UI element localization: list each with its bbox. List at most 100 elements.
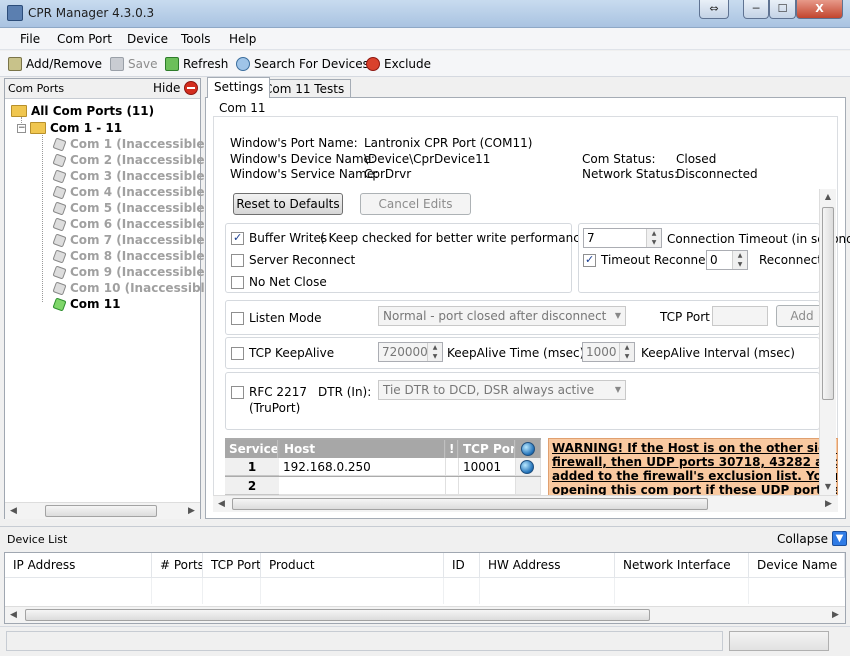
- tree-item-com-5[interactable]: Com 5 (Inaccessible): [52, 200, 210, 216]
- save-button[interactable]: Save: [110, 55, 157, 73]
- scroll-right-icon[interactable]: ▶: [820, 496, 837, 512]
- grid-row-2-flag[interactable]: [446, 477, 459, 495]
- col-id[interactable]: ID: [444, 553, 480, 578]
- device-list-hscrollbar[interactable]: ◀ ▶: [5, 606, 845, 623]
- listen-mode-select[interactable]: Normal - port closed after disconnect ▼: [378, 306, 626, 326]
- col-ip-address[interactable]: IP Address: [5, 553, 152, 578]
- listen-mode-checkbox[interactable]: Listen Mode: [231, 311, 321, 325]
- section-title: Com 11: [219, 101, 266, 115]
- com-port-icon: [52, 233, 66, 247]
- scroll-thumb[interactable]: [232, 498, 708, 510]
- hide-button[interactable]: Hide: [153, 81, 199, 95]
- com-ports-hscrollbar[interactable]: ◀ ▶: [5, 502, 200, 519]
- add-remove-button[interactable]: Add/Remove: [8, 55, 102, 73]
- rfc2217-checkbox[interactable]: RFC 2217: [231, 385, 307, 399]
- globe-icon[interactable]: [520, 460, 534, 474]
- tree-item-com-3[interactable]: Com 3 (Inaccessible): [52, 168, 210, 184]
- com-port-icon: [52, 281, 66, 295]
- network-status-value: Disconnected: [676, 167, 758, 181]
- menu-help[interactable]: Help: [229, 32, 256, 46]
- maximize-button[interactable]: ☐: [769, 0, 796, 19]
- scroll-up-icon[interactable]: ▲: [820, 189, 836, 205]
- scroll-left-icon[interactable]: ◀: [5, 607, 22, 623]
- menu-tools[interactable]: Tools: [181, 32, 211, 46]
- reset-to-defaults-button[interactable]: Reset to Defaults: [233, 193, 343, 215]
- close-button[interactable]: X: [796, 0, 843, 19]
- menu-device[interactable]: Device: [127, 32, 168, 46]
- collapse-button[interactable]: Collapse ▼: [777, 531, 847, 546]
- col-network-interface[interactable]: Network Interface: [615, 553, 749, 578]
- scroll-right-icon[interactable]: ▶: [183, 503, 200, 519]
- menu-com-port[interactable]: Com Port: [57, 32, 112, 46]
- tree-collapse-toggle[interactable]: −: [17, 124, 26, 133]
- grid-row-2-host[interactable]: [279, 477, 446, 495]
- folder-icon: [30, 122, 46, 134]
- tree-item-com-10[interactable]: Com 10 (Inaccessible): [52, 280, 218, 296]
- hide-icon: [184, 81, 199, 95]
- tcp-port-input[interactable]: [712, 306, 768, 326]
- keepalive-interval-stepper[interactable]: 1000 ▲ ▼: [582, 342, 635, 362]
- settings-hscrollbar[interactable]: ◀ ▶: [213, 495, 838, 512]
- keepalive-time-stepper[interactable]: 7200000 ▲ ▼: [378, 342, 443, 362]
- com-ports-panel: Com Ports Hide − All Com Ports (11) Com …: [4, 78, 218, 519]
- grid-header-service: Service: [225, 440, 278, 458]
- col-device-name[interactable]: Device Name: [749, 553, 845, 578]
- no-net-close-checkbox[interactable]: No Net Close: [231, 275, 327, 289]
- grid-row-1-host[interactable]: 192.168.0.250: [279, 458, 446, 476]
- com-status-label: Com Status:: [582, 152, 656, 166]
- tree-item-com-1[interactable]: Com 1 (Inaccessible): [52, 136, 210, 152]
- grid-header-tcp-port: TCP Port: [459, 440, 515, 458]
- tab-com-11-tests[interactable]: Com 11 Tests: [257, 79, 352, 99]
- scroll-thumb[interactable]: [45, 505, 157, 517]
- stepper-arrows-icon[interactable]: ▲ ▼: [732, 251, 747, 269]
- tree-item-com-6[interactable]: Com 6 (Inaccessible): [52, 216, 210, 232]
- tree-root-all-com-ports[interactable]: All Com Ports (11): [11, 103, 154, 119]
- menu-file[interactable]: File: [20, 32, 40, 46]
- buffer-writes-checkbox[interactable]: Buffer Writes: [231, 231, 327, 245]
- tree-item-com-11[interactable]: Com 11: [52, 296, 120, 312]
- port-name-label: Window's Port Name:: [230, 136, 358, 150]
- tab-settings[interactable]: Settings: [207, 77, 271, 98]
- tree-item-com-2[interactable]: Com 2 (Inaccessible): [52, 152, 210, 168]
- grid-row-1-tcp-port[interactable]: 10001: [459, 458, 516, 476]
- grid-row-2-globe-cell[interactable]: [516, 477, 541, 495]
- col-ports[interactable]: # Ports: [152, 553, 203, 578]
- exclude-button[interactable]: Exclude: [366, 55, 431, 73]
- tree-group-com-1-11[interactable]: Com 1 - 11: [30, 120, 122, 136]
- col-tcp-port[interactable]: TCP Port: [203, 553, 261, 578]
- stepper-arrows-icon[interactable]: ▲ ▼: [646, 229, 661, 247]
- grid-row-2-tcp-port[interactable]: [459, 477, 516, 495]
- reconnect-limit-stepper[interactable]: 0 ▲ ▼: [706, 250, 748, 270]
- settings-vscrollbar[interactable]: ▲ ▼: [819, 189, 836, 495]
- cancel-edits-button[interactable]: Cancel Edits: [360, 193, 471, 215]
- toolbar: Add/Remove Save Refresh Search For Devic…: [0, 51, 850, 77]
- scroll-thumb[interactable]: [25, 609, 650, 621]
- scroll-left-icon[interactable]: ◀: [5, 503, 22, 519]
- tree-item-com-9[interactable]: Com 9 (Inaccessible): [52, 264, 210, 280]
- grid-row-1-flag[interactable]: [446, 458, 459, 476]
- scroll-right-icon[interactable]: ▶: [827, 607, 844, 623]
- search-devices-button[interactable]: Search For Devices: [236, 55, 369, 73]
- scroll-thumb[interactable]: [822, 207, 834, 400]
- column-divider: [260, 578, 261, 604]
- scroll-down-icon[interactable]: ▼: [820, 479, 836, 495]
- add-remove-icon: [8, 57, 22, 71]
- tree-item-com-8[interactable]: Com 8 (Inaccessible): [52, 248, 210, 264]
- restore-icon[interactable]: ⇔: [699, 0, 729, 19]
- tree-item-com-4[interactable]: Com 4 (Inaccessible): [52, 184, 210, 200]
- refresh-button[interactable]: Refresh: [165, 55, 228, 73]
- col-hw-address[interactable]: HW Address: [480, 553, 615, 578]
- minimize-button[interactable]: ─: [743, 0, 769, 19]
- connection-timeout-stepper[interactable]: 7 ▲ ▼: [583, 228, 662, 248]
- app-icon: [7, 5, 23, 21]
- dtr-select[interactable]: Tie DTR to DCD, DSR always active ▼: [378, 380, 626, 400]
- tree-item-com-7[interactable]: Com 7 (Inaccessible): [52, 232, 210, 248]
- stepper-arrows-icon[interactable]: ▲ ▼: [427, 343, 442, 361]
- col-product[interactable]: Product: [261, 553, 444, 578]
- server-reconnect-checkbox[interactable]: Server Reconnect: [231, 253, 355, 267]
- stepper-arrows-icon[interactable]: ▲ ▼: [619, 343, 634, 361]
- timeout-reconnect-checkbox[interactable]: Timeout Reconnect: [583, 253, 717, 267]
- tcp-keepalive-checkbox[interactable]: TCP KeepAlive: [231, 346, 334, 360]
- scroll-left-icon[interactable]: ◀: [213, 496, 230, 512]
- grid-row-1-globe-cell[interactable]: [516, 458, 541, 476]
